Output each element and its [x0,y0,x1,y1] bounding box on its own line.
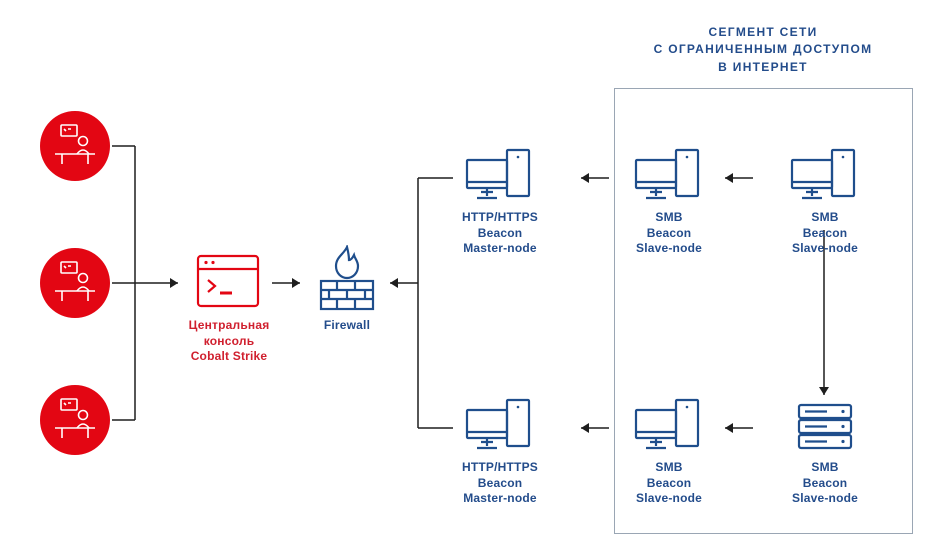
smb-node-bottom-left-label: SMB Beacon Slave-node [628,460,710,507]
segment-title-line3: В ИНТЕРНЕТ [718,60,808,74]
master-node-bottom-label: HTTP/HTTPS Beacon Master-node [458,460,542,507]
diagram-stage: Центральная консоль Cobalt Strike Firewa… [0,0,941,554]
smb-server-bottom-right-icon [796,402,854,457]
segment-title-line1: СЕГМЕНТ СЕТИ [708,25,817,39]
firewall-icon [315,245,379,318]
smb-node-top-left-label: SMB Beacon Slave-node [628,210,710,257]
master-node-top-label: HTTP/HTTPS Beacon Master-node [458,210,542,257]
segment-title-line2: С ОГРАНИЧЕННЫМ ДОСТУПОМ [654,42,873,56]
firewall-label: Firewall [312,318,382,334]
console-label-line3: Cobalt Strike [191,349,268,363]
smb-node-top-left-icon [632,148,704,209]
smb-server-bottom-right-label: SMB Beacon Slave-node [784,460,866,507]
smb-node-top-right-icon [788,148,860,209]
console-label-line2: консоль [204,334,255,348]
console-label: Центральная консоль Cobalt Strike [183,318,275,365]
smb-node-bottom-left-icon [632,398,704,459]
segment-title: СЕГМЕНТ СЕТИ С ОГРАНИЧЕННЫМ ДОСТУПОМ В И… [628,24,898,76]
master-node-bottom-icon [463,398,535,459]
smb-node-top-right-label: SMB Beacon Slave-node [784,210,866,257]
console-icon [195,253,261,314]
console-label-line1: Центральная [189,318,270,332]
master-node-top-icon [463,148,535,209]
